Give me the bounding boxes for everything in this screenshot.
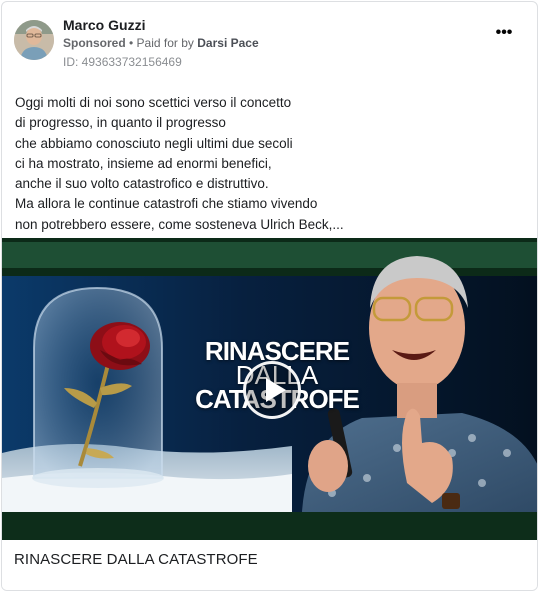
play-icon[interactable] [243,361,301,419]
author-avatar[interactable] [14,20,54,60]
sponsored-label[interactable]: Sponsored [63,36,126,50]
paid-for-label: Paid for by [136,36,194,50]
ad-post-card: Marco Guzzi Sponsored • Paid for by Dars… [1,1,538,591]
more-options-icon[interactable]: ••• [493,25,515,44]
separator-dot: • [125,36,137,50]
post-header: Marco Guzzi Sponsored • Paid for by Dars… [14,16,525,72]
caption-bar[interactable]: RINASCERE DALLA CATASTROFE [2,540,537,590]
sponsored-line: Sponsored • Paid for by Darsi Pace [63,36,259,50]
video-caption[interactable]: RINASCERE DALLA CATASTROFE [14,551,258,568]
author-name[interactable]: Marco Guzzi [63,17,145,33]
video-thumbnail[interactable]: RINASCERE DALLA CATASTROFE [2,238,537,540]
post-text: Oggi molti di noi sono scettici verso il… [15,95,344,232]
ad-id: ID: 493633732156469 [63,55,182,69]
payer-name[interactable]: Darsi Pace [197,36,258,50]
